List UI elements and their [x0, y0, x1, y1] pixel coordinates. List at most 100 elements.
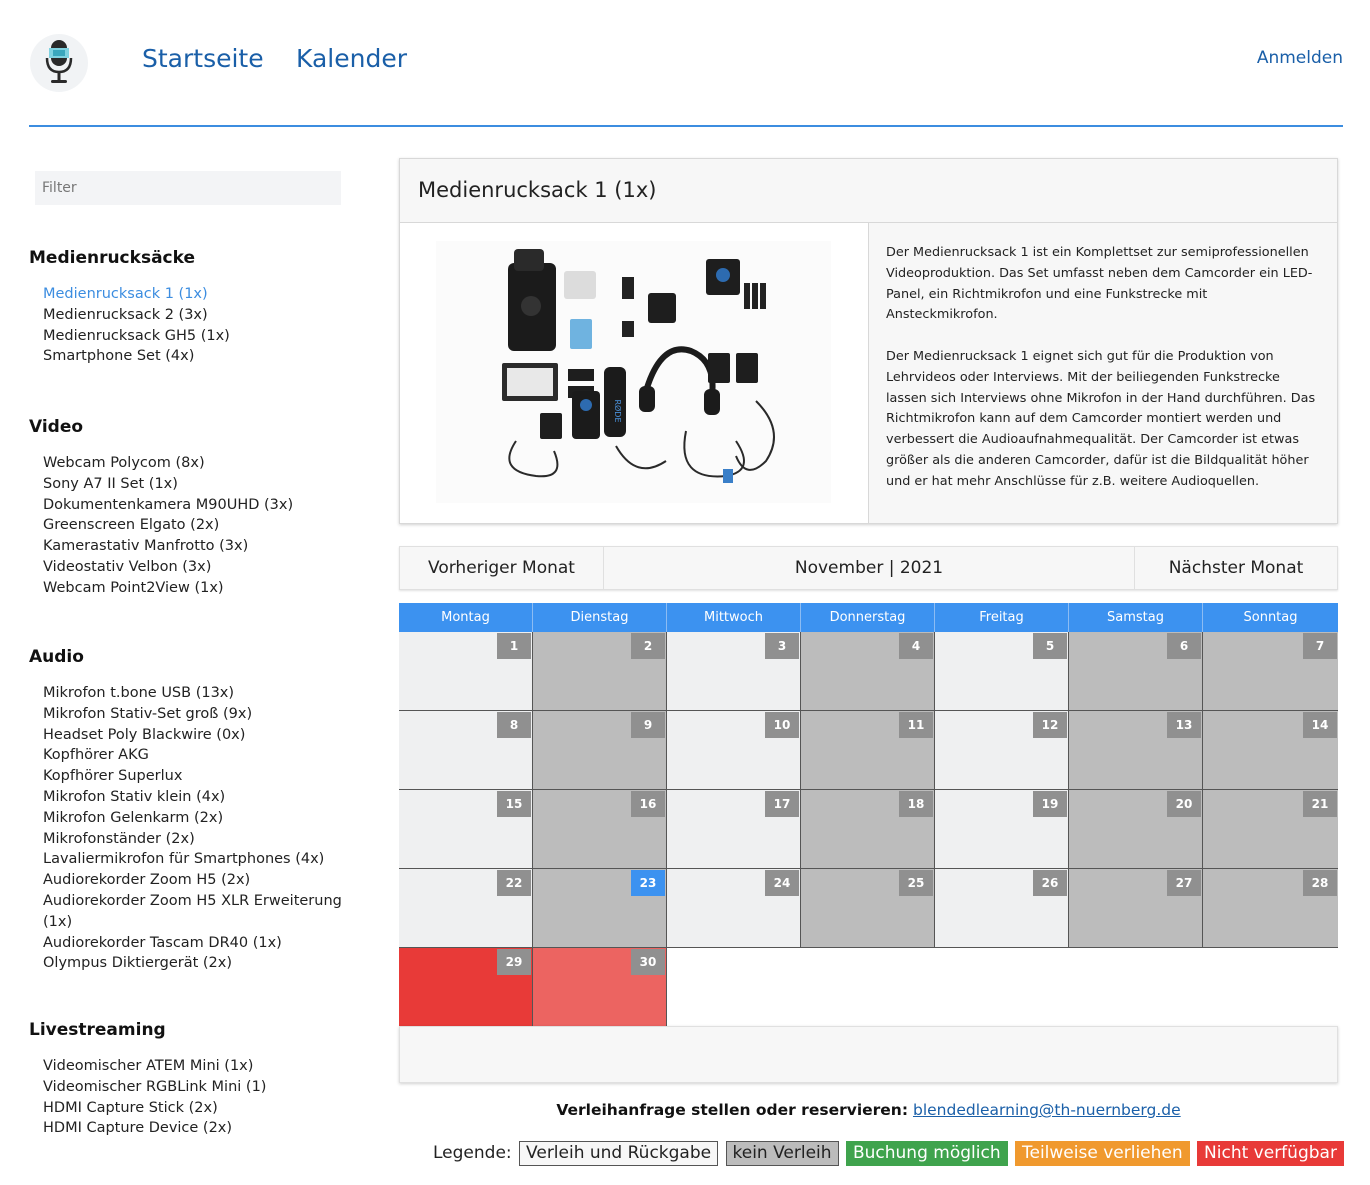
sidebar-item[interactable]: Webcam Point2View (1x): [43, 578, 343, 599]
nav-home-link[interactable]: Startseite: [142, 44, 264, 73]
calendar-day-cell[interactable]: 11: [801, 711, 935, 790]
sidebar-item[interactable]: HDMI Capture Stick (2x): [43, 1098, 343, 1119]
header-divider: [29, 125, 1343, 127]
sidebar-item[interactable]: Kamerastativ Manfrotto (3x): [43, 536, 343, 557]
sidebar-item[interactable]: Medienrucksack 2 (3x): [43, 305, 343, 326]
legend-handover: Verleih und Rückgabe: [519, 1141, 719, 1166]
calendar-day-cell[interactable]: 2: [533, 632, 667, 711]
sidebar-item[interactable]: Audiorekorder Zoom H5 (2x): [43, 870, 343, 891]
category-heading: Medienrucksäcke: [29, 248, 195, 268]
sidebar-item[interactable]: Webcam Polycom (8x): [43, 453, 343, 474]
calendar-day-number: 1: [497, 633, 531, 659]
previous-month-button[interactable]: Vorheriger Monat: [400, 547, 604, 589]
calendar-day-number: 25: [899, 870, 933, 896]
category-heading: Audio: [29, 647, 84, 667]
calendar-day-cell[interactable]: 28: [1203, 869, 1338, 948]
login-link[interactable]: Anmelden: [1257, 48, 1343, 68]
calendar-day-cell[interactable]: 5: [935, 632, 1069, 711]
weekday-header: Montag: [399, 603, 533, 632]
sidebar-item[interactable]: Videostativ Velbon (3x): [43, 557, 343, 578]
product-card: Medienrucksack 1 (1x) RØDE Der Medienruc…: [399, 158, 1338, 524]
calendar-day-cell[interactable]: 18: [801, 790, 935, 869]
sidebar-item[interactable]: Greenscreen Elgato (2x): [43, 515, 343, 536]
sidebar-item[interactable]: Dokumentenkamera M90UHD (3x): [43, 495, 343, 516]
sidebar-item[interactable]: Medienrucksack GH5 (1x): [43, 326, 343, 347]
calendar-day-cell[interactable]: 14: [1203, 711, 1338, 790]
product-title: Medienrucksack 1 (1x): [418, 178, 657, 202]
sidebar-item[interactable]: Kopfhörer Superlux: [43, 766, 343, 787]
sidebar-item[interactable]: HDMI Capture Device (2x): [43, 1118, 343, 1139]
sidebar-item[interactable]: Audiorekorder Tascam DR40 (1x): [43, 933, 343, 954]
calendar-day-number: 6: [1167, 633, 1201, 659]
calendar-day-cell[interactable]: 19: [935, 790, 1069, 869]
calendar-day-cell[interactable]: 17: [667, 790, 801, 869]
sidebar-item[interactable]: Sony A7 II Set (1x): [43, 474, 343, 495]
request-label: Verleihanfrage stellen oder reservieren:: [556, 1101, 909, 1119]
category-item-list: Medienrucksack 1 (1x) Medienrucksack 2 (3…: [43, 284, 343, 367]
calendar-footer: [399, 1026, 1338, 1083]
product-image: RØDE: [436, 241, 831, 503]
calendar-day-cell[interactable]: 4: [801, 632, 935, 711]
sidebar-item[interactable]: Mikrofonständer (2x): [43, 829, 343, 850]
sidebar-item[interactable]: Smartphone Set (4x): [43, 346, 343, 367]
sidebar-item[interactable]: Headset Poly Blackwire (0x): [43, 725, 343, 746]
calendar-day-number: 3: [765, 633, 799, 659]
calendar-day-number: 16: [631, 791, 665, 817]
calendar-day-cell[interactable]: 12: [935, 711, 1069, 790]
calendar-day-cell[interactable]: 3: [667, 632, 801, 711]
calendar-day-cell[interactable]: 25: [801, 869, 935, 948]
calendar-day-number: 14: [1303, 712, 1337, 738]
calendar-day-cell[interactable]: 24: [667, 869, 801, 948]
sidebar-item[interactable]: Mikrofon Stativ klein (4x): [43, 787, 343, 808]
product-description-paragraph: Der Medienrucksack 1 ist ein Komplettset…: [886, 245, 1313, 323]
filter-input[interactable]: [35, 171, 341, 205]
calendar-day-cell[interactable]: 29: [399, 948, 533, 1027]
sidebar-item[interactable]: Mikrofon t.bone USB (13x): [43, 683, 343, 704]
calendar-day-cell[interactable]: 23: [533, 869, 667, 948]
weekday-header: Samstag: [1069, 603, 1203, 632]
calendar-day-cell[interactable]: 9: [533, 711, 667, 790]
calendar-day-number-today: 23: [631, 870, 665, 896]
calendar-day-cell[interactable]: 10: [667, 711, 801, 790]
sidebar-item[interactable]: Kopfhörer AKG: [43, 745, 343, 766]
next-month-button[interactable]: Nächster Monat: [1134, 547, 1337, 589]
calendar-day-cell[interactable]: 20: [1069, 790, 1203, 869]
calendar-day-cell[interactable]: 27: [1069, 869, 1203, 948]
calendar-day-cell[interactable]: 21: [1203, 790, 1338, 869]
calendar-day-cell[interactable]: 26: [935, 869, 1069, 948]
calendar-day-number: 8: [497, 712, 531, 738]
calendar-day-number: 2: [631, 633, 665, 659]
calendar-day-cell[interactable]: 13: [1069, 711, 1203, 790]
calendar-day-cell[interactable]: 7: [1203, 632, 1338, 711]
sidebar-item[interactable]: Olympus Diktiergerät (2x): [43, 953, 343, 974]
calendar-day-number: 21: [1303, 791, 1337, 817]
calendar-day-cell[interactable]: 22: [399, 869, 533, 948]
sidebar-item[interactable]: Audiorekorder Zoom H5 XLR Erweiterung (1…: [43, 891, 343, 933]
calendar-day-cell[interactable]: 16: [533, 790, 667, 869]
calendar-day-cell[interactable]: 6: [1069, 632, 1203, 711]
calendar-day-cell[interactable]: 15: [399, 790, 533, 869]
legend-partially-rented: Teilweise verliehen: [1015, 1141, 1190, 1166]
sidebar-item[interactable]: Videomischer ATEM Mini (1x): [43, 1056, 343, 1077]
calendar-day-number: 4: [899, 633, 933, 659]
sidebar-item[interactable]: Lavaliermikrofon für Smartphones (4x): [43, 849, 343, 870]
calendar-day-number: 22: [497, 870, 531, 896]
sidebar-item[interactable]: Mikrofon Gelenkarm (2x): [43, 808, 343, 829]
microphone-logo-icon[interactable]: [30, 34, 88, 92]
calendar-day-number: 13: [1167, 712, 1201, 738]
sidebar-item[interactable]: Medienrucksack 1 (1x): [43, 284, 343, 305]
sidebar-item[interactable]: Mikrofon Stativ-Set groß (9x): [43, 704, 343, 725]
nav-calendar-link[interactable]: Kalender: [296, 44, 407, 73]
sidebar-item[interactable]: Videomischer RGBLink Mini (1): [43, 1077, 343, 1098]
calendar-day-number: 12: [1033, 712, 1067, 738]
category-item-list: Videomischer ATEM Mini (1x) Videomischer …: [43, 1056, 343, 1139]
header: Startseite Kalender Anmelden: [0, 0, 1370, 128]
calendar-day-number: 10: [765, 712, 799, 738]
calendar-day-cell[interactable]: 1: [399, 632, 533, 711]
calendar-day-cell[interactable]: 8: [399, 711, 533, 790]
category-item-list: Webcam Polycom (8x) Sony A7 II Set (1x) Do…: [43, 453, 343, 599]
calendar-day-cell[interactable]: 30: [533, 948, 667, 1027]
request-line: Verleihanfrage stellen oder reservieren:…: [399, 1101, 1338, 1119]
legend-no-rental: kein Verleih: [725, 1141, 839, 1166]
request-email-link[interactable]: blendedlearning@th-nuernberg.de: [913, 1101, 1181, 1119]
